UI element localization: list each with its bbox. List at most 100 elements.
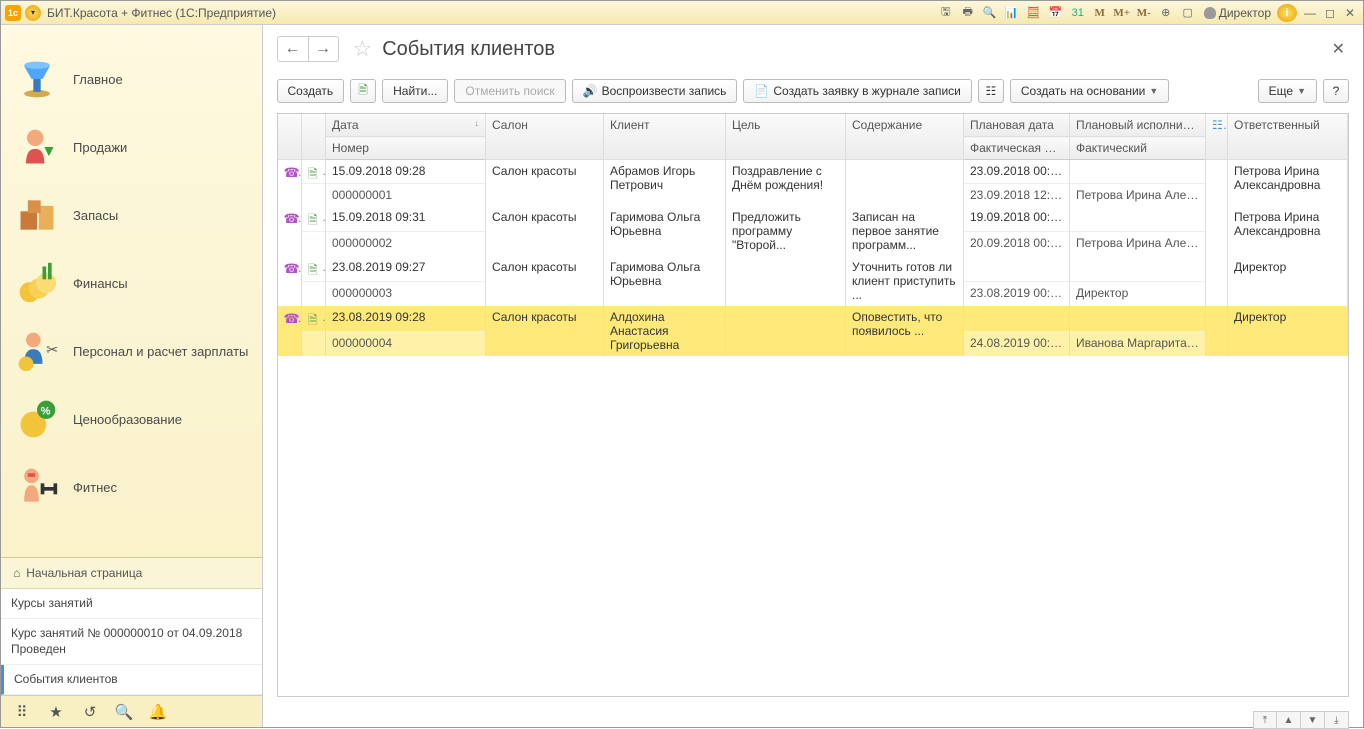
sidebar-item-label: Главное xyxy=(73,72,123,87)
scroll-top-button[interactable]: ⤒ xyxy=(1253,711,1277,729)
table-footer: ⤒ ▲ ▼ ⤓ xyxy=(263,707,1364,727)
phone-icon: ☎ xyxy=(284,261,298,275)
create-based-button[interactable]: Создать на основании ▼ xyxy=(1010,79,1169,103)
home-link[interactable]: ⌂ Начальная страница xyxy=(1,558,262,589)
recent-link[interactable]: Курсы занятий xyxy=(1,589,262,619)
sidebar-item-fitness[interactable]: Фитнес xyxy=(1,453,262,521)
cell-client: Абрамов Игорь Петрович xyxy=(604,160,726,206)
play-record-button[interactable]: 🔊Воспроизвести запись xyxy=(572,79,738,103)
m-minus-button[interactable]: M- xyxy=(1134,4,1154,22)
favorite-star[interactable]: ☆ xyxy=(353,36,373,62)
document-icon: 🗎 xyxy=(308,261,322,275)
panels-icon[interactable]: ▢ xyxy=(1178,4,1198,22)
home-icon: ⌂ xyxy=(13,566,20,580)
col-date[interactable]: Дата↓ xyxy=(326,114,486,137)
cell-plan-executor xyxy=(1070,306,1206,331)
titlebar-tools: 🖫 🖶 🔍 📊 🧮 📅 31 M M+ M- ⊕ ▢ Директор i xyxy=(936,4,1297,22)
cell-client: Гаримова Ольга Юрьевна xyxy=(604,256,726,306)
print-icon[interactable]: 🖶 xyxy=(958,4,978,22)
m-button[interactable]: M xyxy=(1090,4,1110,22)
user-indicator[interactable]: Директор xyxy=(1200,6,1275,20)
recent-link-active[interactable]: События клиентов xyxy=(1,665,262,695)
close-button[interactable]: ✕ xyxy=(1341,5,1359,21)
sidebar-item-label: Запасы xyxy=(73,208,118,223)
more-button[interactable]: Еще ▼ xyxy=(1258,79,1317,103)
col-responsible[interactable]: Ответственный xyxy=(1228,114,1348,160)
col-icon1[interactable] xyxy=(278,114,302,160)
cell-number: 000000002 xyxy=(326,231,486,256)
col-actual[interactable]: Фактический xyxy=(1070,137,1206,160)
scroll-down-button[interactable]: ▼ xyxy=(1301,711,1325,729)
table-row[interactable]: ☎🗎15.09.2018 09:31Салон красотыГаримова … xyxy=(278,206,1348,231)
nav-arrows: ← → xyxy=(277,36,339,62)
maximize-button[interactable]: ◻ xyxy=(1321,5,1339,21)
titlebar: 1c ▾ БИТ.Красота + Фитнес (1С:Предприяти… xyxy=(1,1,1363,25)
scroll-bottom-button[interactable]: ⤓ xyxy=(1325,711,1349,729)
sidebar-item-pricing[interactable]: % Ценообразование xyxy=(1,385,262,453)
date-icon[interactable]: 31 xyxy=(1068,4,1088,22)
col-number[interactable]: Номер xyxy=(326,137,486,160)
titlebar-dropdown[interactable]: ▾ xyxy=(25,5,41,21)
sidebar-item-sales[interactable]: Продажи xyxy=(1,113,262,181)
col-resp-icon[interactable]: ☷ xyxy=(1206,114,1228,160)
find-button[interactable]: Найти... xyxy=(382,79,448,103)
home-label: Начальная страница xyxy=(26,566,142,580)
col-plan-executor[interactable]: Плановый исполнитель xyxy=(1070,114,1206,137)
save-icon[interactable]: 🖫 xyxy=(936,4,956,22)
create-request-button[interactable]: 📄Создать заявку в журнале записи xyxy=(743,79,971,103)
minimize-button[interactable]: — xyxy=(1301,5,1319,21)
scroll-up-button[interactable]: ▲ xyxy=(1277,711,1301,729)
user-icon xyxy=(1204,7,1216,19)
cell-date: 23.08.2019 09:28 xyxy=(326,306,486,331)
history-icon[interactable]: ↺ xyxy=(81,703,99,721)
cell-responsible: Директор xyxy=(1228,256,1348,306)
sidebar-item-stock[interactable]: Запасы xyxy=(1,181,262,249)
notifications-icon[interactable]: 🔔 xyxy=(149,703,167,721)
table-row[interactable]: ☎🗎23.08.2019 09:28Салон красотыАлдохина … xyxy=(278,306,1348,331)
recent-link[interactable]: Курс занятий № 000000010 от 04.09.2018 П… xyxy=(1,619,262,666)
m-plus-button[interactable]: M+ xyxy=(1112,4,1132,22)
col-goal[interactable]: Цель xyxy=(726,114,846,160)
cell-content: Записан на первое занятие программ... xyxy=(846,206,964,256)
sidebar-item-finance[interactable]: Финансы xyxy=(1,249,262,317)
data-table[interactable]: Дата↓ Салон Клиент Цель Содержание Плано… xyxy=(277,113,1350,697)
col-content[interactable]: Содержание xyxy=(846,114,964,160)
cell-number: 000000003 xyxy=(326,281,486,306)
percent-icon: % xyxy=(13,395,61,443)
favorites-icon[interactable]: ★ xyxy=(47,703,65,721)
report-button[interactable]: ☷ xyxy=(978,79,1004,103)
col-actual-date[interactable]: Фактическая дата xyxy=(964,137,1070,160)
create-button[interactable]: Создать xyxy=(277,79,345,103)
cancel-find-button: Отменить поиск xyxy=(454,79,565,103)
table-row[interactable]: ☎🗎23.08.2019 09:27Салон красотыГаримова … xyxy=(278,256,1348,281)
cell-number: 000000001 xyxy=(326,183,486,206)
cell-actual-date: 20.09.2018 00:00 xyxy=(964,231,1070,256)
table-row[interactable]: ☎🗎15.09.2018 09:28Салон красотыАбрамов И… xyxy=(278,160,1348,184)
cell-actual-executor: Петрова Ирина Алекса... xyxy=(1070,183,1206,206)
cell-plan-executor xyxy=(1070,160,1206,184)
back-button[interactable]: ← xyxy=(278,37,308,61)
col-icon2[interactable] xyxy=(302,114,326,160)
cell-content xyxy=(846,160,964,206)
calendar-icon[interactable]: 📅 xyxy=(1046,4,1066,22)
apps-icon[interactable]: ⠿ xyxy=(13,703,31,721)
cell-salon: Салон красоты xyxy=(486,160,604,206)
forward-button[interactable]: → xyxy=(308,37,338,61)
phone-icon: ☎ xyxy=(284,211,298,225)
coins-icon xyxy=(13,259,61,307)
preview-icon[interactable]: 🔍 xyxy=(980,4,1000,22)
close-page-button[interactable]: ✕ xyxy=(1328,35,1349,63)
info-icon[interactable]: i xyxy=(1277,4,1297,22)
col-salon[interactable]: Салон xyxy=(486,114,604,160)
search-icon[interactable]: 🔍 xyxy=(115,703,133,721)
calc-icon[interactable]: 🧮 xyxy=(1024,4,1044,22)
col-plan-date[interactable]: Плановая дата xyxy=(964,114,1070,137)
help-button[interactable]: ? xyxy=(1323,79,1349,103)
add-icon[interactable]: ⊕ xyxy=(1156,4,1176,22)
sidebar-item-hr[interactable]: ✂ Персонал и расчет зарплаты xyxy=(1,317,262,385)
compare-icon[interactable]: 📊 xyxy=(1002,4,1022,22)
col-client[interactable]: Клиент xyxy=(604,114,726,160)
sidebar-item-main[interactable]: Главное xyxy=(1,45,262,113)
copy-button[interactable]: 🗎 xyxy=(350,79,376,103)
cell-date: 15.09.2018 09:31 xyxy=(326,206,486,231)
